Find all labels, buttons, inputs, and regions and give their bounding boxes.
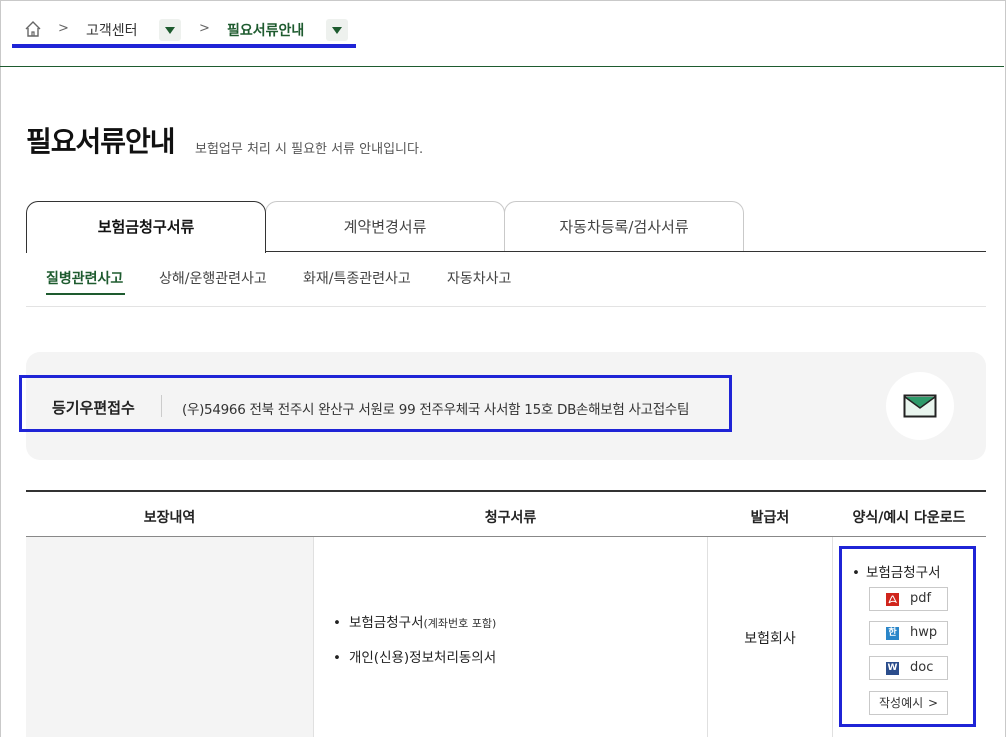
breadcrumb: > 고객센터 > 필요서류안내 bbox=[0, 0, 1004, 66]
document-name: 보험금청구서 bbox=[348, 615, 424, 631]
column-divider bbox=[313, 537, 314, 737]
header-issuer: 발급처 bbox=[750, 510, 790, 526]
list-item: • 개인(신용)정보처리동의서 bbox=[333, 650, 497, 666]
tab-claim-documents[interactable]: 보험금청구서류 bbox=[26, 201, 266, 253]
page-title: 필요서류안내 bbox=[26, 125, 176, 158]
column-divider bbox=[832, 537, 833, 737]
home-icon[interactable] bbox=[24, 20, 42, 38]
tab-contract-change-documents[interactable]: 계약변경서류 bbox=[265, 201, 505, 252]
header-coverage: 보장내역 bbox=[143, 510, 196, 526]
issuer-cell: 보험회사 bbox=[744, 631, 796, 647]
breadcrumb-customer-center[interactable]: 고객센터 bbox=[86, 20, 138, 40]
subtab-active-indicator bbox=[46, 293, 125, 295]
envelope-icon bbox=[903, 394, 937, 418]
subtab-fire[interactable]: 화재/특종관련사고 bbox=[303, 268, 411, 288]
table-top-border bbox=[26, 490, 986, 492]
list-item: • 보험금청구서(계좌번호 포함) bbox=[333, 615, 497, 631]
header-divider bbox=[0, 66, 1004, 67]
subtab-injury[interactable]: 상해/운행관련사고 bbox=[159, 268, 267, 288]
header-claim-documents: 청구서류 bbox=[484, 510, 537, 526]
breadcrumb-separator: > bbox=[58, 21, 69, 36]
document-note: (계좌번호 포함) bbox=[423, 617, 497, 630]
document-name: 개인(신용)정보처리동의서 bbox=[348, 650, 497, 666]
page-description: 보험업무 처리 시 필요한 서류 안내입니다. bbox=[195, 142, 424, 157]
coverage-cell bbox=[26, 537, 313, 737]
breadcrumb-dropdown-2[interactable] bbox=[326, 19, 348, 41]
tab-vehicle-documents[interactable]: 자동차등록/검사서류 bbox=[504, 201, 744, 252]
header-download: 양식/예시 다운로드 bbox=[852, 510, 966, 526]
download-highlight bbox=[839, 546, 976, 727]
breadcrumb-separator: > bbox=[199, 21, 210, 36]
mail-highlight bbox=[19, 375, 732, 432]
breadcrumb-highlight bbox=[12, 44, 356, 48]
subtab-disease[interactable]: 질병관련사고 bbox=[46, 268, 123, 288]
breadcrumb-current[interactable]: 필요서류안내 bbox=[227, 20, 304, 40]
subtab-auto[interactable]: 자동차사고 bbox=[447, 268, 511, 288]
document-tabs: 보험금청구서류 계약변경서류 자동차등록/검사서류 bbox=[26, 201, 986, 253]
subtab-divider bbox=[26, 306, 986, 307]
breadcrumb-dropdown-1[interactable] bbox=[159, 19, 181, 41]
